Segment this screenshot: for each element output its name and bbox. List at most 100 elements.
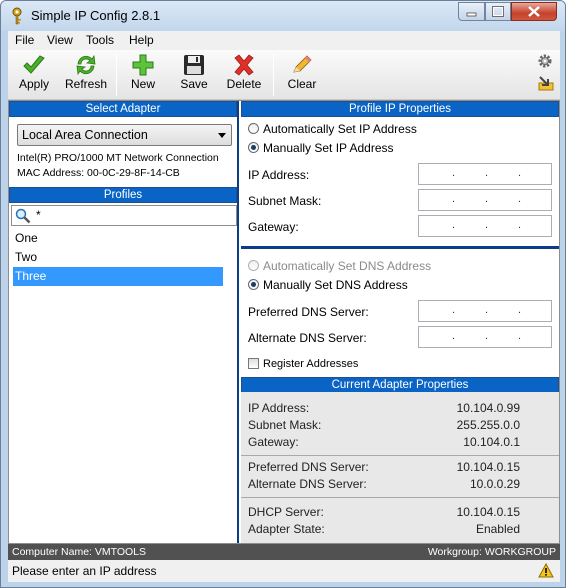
settings-gear-icon[interactable] <box>537 53 553 69</box>
alternate-dns-label: Alternate DNS Server: <box>248 331 367 345</box>
current-pref-dns-row: Preferred DNS Server: 10.104.0.15 <box>248 460 548 476</box>
close-icon <box>528 6 540 17</box>
alternate-dns-field[interactable]: ... <box>418 326 552 348</box>
app-window: Simple IP Config 2.8.1 File View Tools H… <box>0 0 566 588</box>
minimize-button[interactable] <box>458 2 485 21</box>
adapter-mac: MAC Address: 00-0C-29-8F-14-CB <box>17 167 180 179</box>
profile-search-input[interactable]: * <box>11 205 237 226</box>
save-label: Save <box>180 77 208 91</box>
tray-arrow-icon[interactable] <box>537 74 555 92</box>
current-dhcp-value: 10.104.0.15 <box>456 505 520 519</box>
plus-icon <box>132 54 154 76</box>
checkbox-box <box>248 358 259 369</box>
search-value: * <box>36 208 41 222</box>
refresh-button[interactable]: Refresh <box>60 52 112 98</box>
status-bar: Please enter an IP address <box>8 560 560 582</box>
current-ip-row: IP Address: 10.104.0.99 <box>248 401 548 417</box>
current-alt-dns-value: 10.0.0.29 <box>469 477 520 491</box>
current-pref-dns-value: 10.104.0.15 <box>456 460 520 474</box>
new-label: New <box>130 77 155 91</box>
manual-ip-radio[interactable]: Manually Set IP Address <box>248 141 394 157</box>
close-button[interactable] <box>511 2 557 21</box>
auto-dns-label: Automatically Set DNS Address <box>263 259 432 273</box>
ip-address-field[interactable]: ... <box>418 163 552 185</box>
manual-dns-label: Manually Set DNS Address <box>263 278 408 292</box>
current-state-row: Adapter State: Enabled <box>248 522 548 538</box>
current-gateway-label: Gateway: <box>248 435 299 449</box>
profile-item-three[interactable]: Three <box>13 267 223 286</box>
gateway-field[interactable]: ... <box>418 215 552 237</box>
checkmark-icon <box>23 55 45 74</box>
current-subnet-label: Subnet Mask: <box>248 418 322 432</box>
current-pref-dns-label: Preferred DNS Server: <box>248 460 369 474</box>
radio-indicator <box>248 123 259 134</box>
profiles-header: Profiles <box>9 187 237 203</box>
current-dhcp-label: DHCP Server: <box>248 505 324 519</box>
profile-ip-header: Profile IP Properties <box>241 101 559 117</box>
window-title: Simple IP Config 2.8.1 <box>31 8 161 23</box>
current-adapter-properties: IP Address: 10.104.0.99 Subnet Mask: 255.2… <box>241 392 559 543</box>
auto-dns-radio[interactable]: Automatically Set DNS Address <box>248 259 431 275</box>
app-key-icon <box>12 7 22 25</box>
toolbar-divider <box>273 54 274 96</box>
current-state-label: Adapter State: <box>248 522 325 536</box>
preferred-dns-field[interactable]: ... <box>418 300 552 322</box>
clear-label: Clear <box>287 77 317 91</box>
ip-address-label: IP Address: <box>248 168 310 182</box>
menu-help[interactable]: Help <box>129 33 154 47</box>
warning-icon[interactable] <box>538 563 554 578</box>
maximize-icon <box>492 6 504 17</box>
current-alt-dns-row: Alternate DNS Server: 10.0.0.29 <box>248 477 548 493</box>
register-addresses-checkbox[interactable]: Register Addresses <box>248 358 358 370</box>
radio-indicator-selected <box>248 279 259 290</box>
manual-ip-label: Manually Set IP Address <box>263 141 394 155</box>
workgroup-name: Workgroup: WORKGROUP <box>427 546 556 558</box>
save-button[interactable]: Save <box>168 52 220 98</box>
radio-indicator-selected <box>248 142 259 153</box>
adapter-selected-value: Local Area Connection <box>22 128 148 142</box>
refresh-icon <box>76 54 96 76</box>
preferred-dns-label: Preferred DNS Server: <box>248 305 369 319</box>
current-subnet-row: Subnet Mask: 255.255.0.0 <box>248 418 548 434</box>
auto-ip-radio[interactable]: Automatically Set IP Address <box>248 122 417 138</box>
delete-button[interactable]: Delete <box>218 52 270 98</box>
apply-label: Apply <box>18 77 50 91</box>
maximize-button[interactable] <box>485 2 511 21</box>
menu-view[interactable]: View <box>47 33 73 47</box>
menu-file[interactable]: File <box>15 33 34 47</box>
manual-dns-radio[interactable]: Manually Set DNS Address <box>248 278 408 294</box>
profile-list: One Two Three <box>13 229 223 286</box>
clear-button[interactable]: Clear <box>276 52 328 98</box>
floppy-icon <box>184 55 204 75</box>
menu-bar: File View Tools Help <box>8 31 560 50</box>
adapter-dropdown[interactable]: Local Area Connection <box>17 124 232 146</box>
register-addresses-label: Register Addresses <box>263 358 359 370</box>
search-icon <box>15 208 31 224</box>
radio-indicator <box>248 260 259 271</box>
profile-item-two[interactable]: Two <box>13 248 223 267</box>
main-content: Select Adapter Local Area Connection Int… <box>8 100 560 544</box>
current-alt-dns-label: Alternate DNS Server: <box>248 477 367 491</box>
current-subnet-value: 255.255.0.0 <box>456 418 520 432</box>
subnet-mask-label: Subnet Mask: <box>248 194 322 208</box>
chevron-down-icon <box>218 133 226 138</box>
right-panel: Profile IP Properties Automatically Set … <box>241 101 559 543</box>
subnet-mask-field[interactable]: ... <box>418 189 552 211</box>
profile-item-one[interactable]: One <box>13 229 223 248</box>
menu-tools[interactable]: Tools <box>86 33 114 47</box>
divider <box>241 497 559 498</box>
delete-label: Delete <box>226 77 262 91</box>
current-gateway-row: Gateway: 10.104.0.1 <box>248 435 548 451</box>
toolbar: Apply Refresh New Save Delete Clear <box>8 50 560 100</box>
current-ip-label: IP Address: <box>248 401 310 415</box>
auto-ip-label: Automatically Set IP Address <box>263 122 417 136</box>
left-panel: Select Adapter Local Area Connection Int… <box>9 101 239 543</box>
current-state-value: Enabled <box>475 522 520 536</box>
title-bar: Simple IP Config 2.8.1 <box>1 1 565 31</box>
adapter-description: Intel(R) PRO/1000 MT Network Connection <box>17 152 219 164</box>
pencil-icon <box>293 55 312 73</box>
computer-name: Computer Name: VMTOOLS <box>12 546 147 558</box>
apply-button[interactable]: Apply <box>8 52 60 98</box>
gateway-label: Gateway: <box>248 220 299 234</box>
new-button[interactable]: New <box>117 52 169 98</box>
